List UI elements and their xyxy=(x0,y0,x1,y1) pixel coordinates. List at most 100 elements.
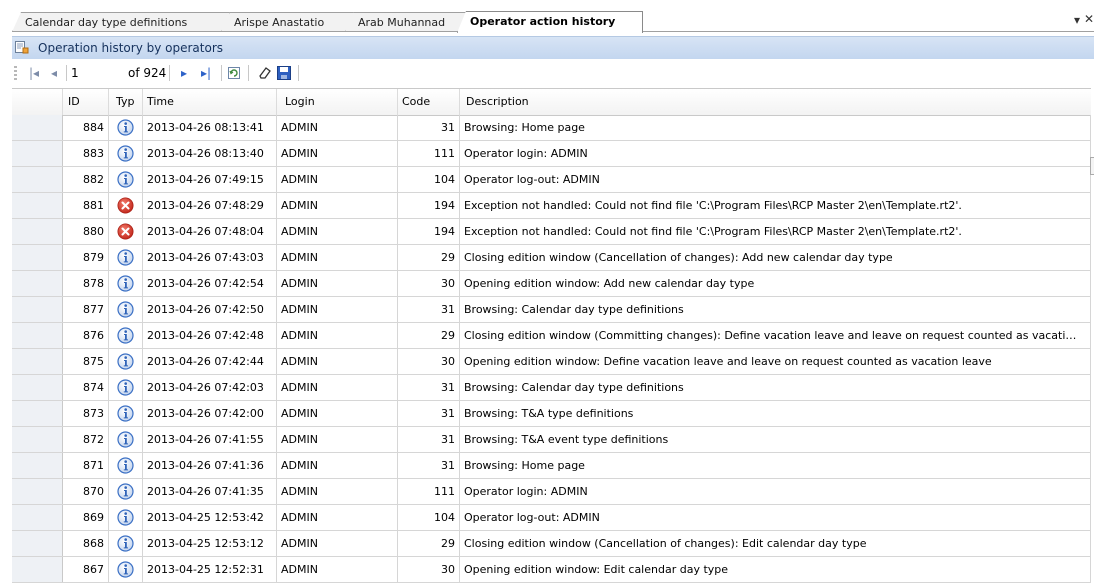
table-row[interactable]: 873 2013-04-26 07:42:00 ADMIN 31 Browsing: T… xyxy=(12,401,1091,427)
table-row[interactable]: 875 2013-04-26 07:42:44 ADMIN 30 Opening edi… xyxy=(12,349,1091,375)
row-indicator[interactable] xyxy=(12,557,63,582)
row-indicator[interactable] xyxy=(12,401,63,426)
column-header-id[interactable]: ID xyxy=(63,89,109,115)
row-indicator[interactable] xyxy=(12,349,63,374)
cell-type xyxy=(109,453,143,478)
separator xyxy=(248,65,249,81)
row-indicator[interactable] xyxy=(12,323,63,348)
cell-type xyxy=(109,557,143,582)
cell-description: Opening edition window: Add new calendar… xyxy=(460,271,1091,296)
cell-id: 868 xyxy=(63,531,109,556)
row-indicator[interactable] xyxy=(12,167,63,192)
cell-code: 104 xyxy=(398,505,460,530)
table-row[interactable]: 871 2013-04-26 07:41:36 ADMIN 31 Browsing: H… xyxy=(12,453,1091,479)
cell-login: ADMIN xyxy=(277,323,398,348)
previous-record-icon[interactable]: ◂ xyxy=(46,65,62,81)
cell-time: 2013-04-26 08:13:40 xyxy=(143,141,277,166)
tab-list-dropdown-icon[interactable]: ▾ xyxy=(1074,13,1080,27)
table-row[interactable]: 867 2013-04-25 12:52:31 ADMIN 30 Opening edi… xyxy=(12,557,1091,583)
row-indicator[interactable] xyxy=(12,375,63,400)
cell-time: 2013-04-26 07:49:15 xyxy=(143,167,277,192)
tab-operator-action-history[interactable]: Operator action history xyxy=(457,11,643,33)
cell-id: 873 xyxy=(63,401,109,426)
column-header-code[interactable]: Code xyxy=(398,89,460,115)
cell-login: ADMIN xyxy=(277,193,398,218)
cell-time: 2013-04-26 07:48:29 xyxy=(143,193,277,218)
close-icon[interactable]: ✕ xyxy=(1084,12,1094,26)
row-indicator[interactable] xyxy=(12,427,63,452)
cell-description: Browsing: T&A type definitions xyxy=(460,401,1091,426)
row-indicator[interactable] xyxy=(12,479,63,504)
table-row[interactable]: 870 2013-04-26 07:41:35 ADMIN 111 Operator l… xyxy=(12,479,1091,505)
record-navigator: |◂ ◂ 1 of 924 ▸ ▸| xyxy=(12,59,1094,87)
info-icon xyxy=(117,353,134,373)
record-count-label: of 924 xyxy=(128,66,167,80)
cell-type xyxy=(109,323,143,348)
row-indicator[interactable] xyxy=(12,115,63,140)
cell-type xyxy=(109,115,143,140)
panel-title: Operation history by operators xyxy=(38,41,224,55)
cell-id: 869 xyxy=(63,505,109,530)
grid-header: ID Typ Time Login Code Description xyxy=(12,88,1091,116)
row-indicator[interactable] xyxy=(12,271,63,296)
toolbar-grip[interactable] xyxy=(14,66,17,80)
info-icon xyxy=(117,145,134,165)
table-row[interactable]: 884 2013-04-26 08:13:41 ADMIN 31 Browsing: H… xyxy=(12,115,1091,141)
panel-caption: Operation history by operators xyxy=(12,36,1094,60)
table-row[interactable]: 881 2013-04-26 07:48:29 ADMIN 194 Exception … xyxy=(12,193,1091,219)
cell-description: Closing edition window (Cancellation of … xyxy=(460,245,1091,270)
row-indicator[interactable] xyxy=(12,505,63,530)
cell-code: 29 xyxy=(398,531,460,556)
cell-time: 2013-04-26 08:13:41 xyxy=(143,115,277,140)
eraser-icon[interactable] xyxy=(257,65,273,81)
cell-time: 2013-04-26 07:41:35 xyxy=(143,479,277,504)
row-indicator[interactable] xyxy=(12,531,63,556)
tab-calendar-day-type-definitions[interactable]: Calendar day type definitions xyxy=(12,12,230,32)
next-record-icon[interactable]: ▸ xyxy=(176,65,192,81)
tab-label: Arispe Anastatio xyxy=(234,16,325,29)
record-position-input[interactable]: 1 xyxy=(71,65,111,81)
cell-type xyxy=(109,271,143,296)
table-row[interactable]: 882 2013-04-26 07:49:15 ADMIN 104 Operator l… xyxy=(12,167,1091,193)
cell-type xyxy=(109,401,143,426)
cell-login: ADMIN xyxy=(277,375,398,400)
row-indicator[interactable] xyxy=(12,453,63,478)
row-indicator[interactable] xyxy=(12,297,63,322)
row-indicator[interactable] xyxy=(12,193,63,218)
cell-description: Browsing: Calendar day type definitions xyxy=(460,297,1091,322)
row-indicator[interactable] xyxy=(12,245,63,270)
table-row[interactable]: 868 2013-04-25 12:53:12 ADMIN 29 Closing edi… xyxy=(12,531,1091,557)
table-row[interactable]: 874 2013-04-26 07:42:03 ADMIN 31 Browsing: C… xyxy=(12,375,1091,401)
table-row[interactable]: 880 2013-04-26 07:48:04 ADMIN 194 Exception … xyxy=(12,219,1091,245)
cell-code: 31 xyxy=(398,115,460,140)
table-row[interactable]: 869 2013-04-25 12:53:42 ADMIN 104 Operator l… xyxy=(12,505,1091,531)
cell-code: 31 xyxy=(398,375,460,400)
table-row[interactable]: 883 2013-04-26 08:13:40 ADMIN 111 Operator l… xyxy=(12,141,1091,167)
cell-time: 2013-04-25 12:52:31 xyxy=(143,557,277,582)
cell-time: 2013-04-26 07:41:55 xyxy=(143,427,277,452)
column-header-description[interactable]: Description xyxy=(460,89,1091,115)
save-icon[interactable] xyxy=(276,65,292,81)
row-indicator[interactable] xyxy=(12,141,63,166)
tab-arab-muhannad[interactable]: Arab Muhannad xyxy=(345,12,471,32)
column-header-time[interactable]: Time xyxy=(143,89,277,115)
cell-description: Operator login: ADMIN xyxy=(460,479,1091,504)
table-row[interactable]: 872 2013-04-26 07:41:55 ADMIN 31 Browsing: T… xyxy=(12,427,1091,453)
row-indicator[interactable] xyxy=(12,219,63,244)
tab-arispe-anastatio[interactable]: Arispe Anastatio xyxy=(221,12,358,32)
cell-login: ADMIN xyxy=(277,115,398,140)
column-header-typ[interactable]: Typ xyxy=(109,89,143,115)
cell-type xyxy=(109,167,143,192)
last-record-icon[interactable]: ▸| xyxy=(198,65,214,81)
cell-description: Closing edition window (Cancellation of … xyxy=(460,531,1091,556)
first-record-icon[interactable]: |◂ xyxy=(26,65,42,81)
cell-description: Operator log-out: ADMIN xyxy=(460,505,1091,530)
table-row[interactable]: 877 2013-04-26 07:42:50 ADMIN 31 Browsing: C… xyxy=(12,297,1091,323)
table-row[interactable]: 879 2013-04-26 07:43:03 ADMIN 29 Closing edi… xyxy=(12,245,1091,271)
scrollbar-edge[interactable] xyxy=(1090,157,1094,175)
table-row[interactable]: 876 2013-04-26 07:42:48 ADMIN 29 Closing edi… xyxy=(12,323,1091,349)
history-icon xyxy=(15,41,29,54)
column-header-login[interactable]: Login xyxy=(277,89,398,115)
table-row[interactable]: 878 2013-04-26 07:42:54 ADMIN 30 Opening edi… xyxy=(12,271,1091,297)
refresh-icon[interactable] xyxy=(226,65,242,81)
